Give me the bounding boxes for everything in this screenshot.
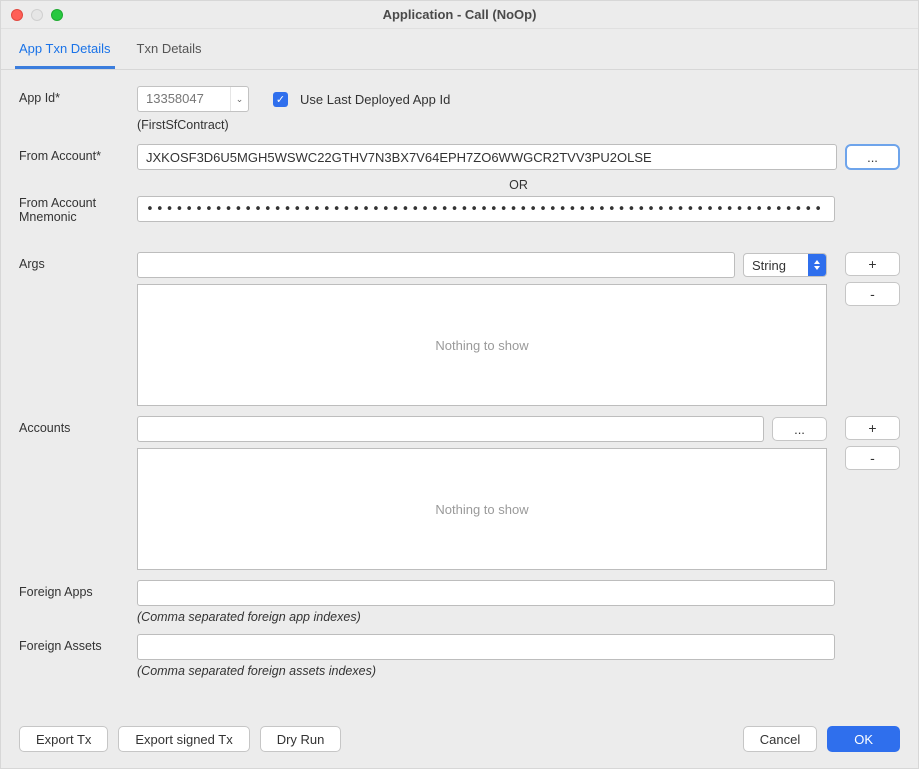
from-account-input[interactable] (137, 144, 837, 170)
app-id-combo[interactable]: 13358047 ⌄ (137, 86, 249, 112)
updown-icon (808, 254, 826, 276)
or-separator: OR (137, 170, 900, 196)
foreign-apps-hint: (Comma separated foreign app indexes) (137, 610, 835, 624)
use-last-deployed-checkbox[interactable]: ✓ (273, 92, 288, 107)
args-input[interactable] (137, 252, 735, 278)
minimize-window-button (31, 9, 43, 21)
accounts-input[interactable] (137, 416, 764, 442)
tabs-bar: App Txn Details Txn Details (1, 29, 918, 70)
row-foreign-assets: Foreign Assets (Comma separated foreign … (19, 634, 900, 678)
export-tx-button[interactable]: Export Tx (19, 726, 108, 752)
accounts-add-button[interactable]: + (845, 416, 900, 440)
args-listbox[interactable]: Nothing to show (137, 284, 827, 406)
label-accounts: Accounts (19, 416, 137, 435)
row-from-mnemonic: From Account Mnemonic (19, 196, 900, 224)
foreign-apps-input[interactable] (137, 580, 835, 606)
close-window-button[interactable] (11, 9, 23, 21)
ok-button[interactable]: OK (827, 726, 900, 752)
contract-name-label: (FirstSfContract) (137, 118, 900, 132)
titlebar: Application - Call (NoOp) (1, 1, 918, 29)
row-app-id: App Id* 13358047 ⌄ ✓ Use Last Deployed A… (19, 86, 900, 134)
args-type-value: String (744, 258, 808, 273)
traffic-lights (11, 9, 63, 21)
accounts-browse-button[interactable]: ... (772, 417, 827, 441)
app-id-value: 13358047 (138, 87, 230, 111)
args-add-button[interactable]: + (845, 252, 900, 276)
accounts-listbox[interactable]: Nothing to show (137, 448, 827, 570)
label-foreign-apps: Foreign Apps (19, 580, 137, 599)
args-empty-text: Nothing to show (435, 338, 528, 353)
tab-txn-details[interactable]: Txn Details (133, 29, 206, 69)
accounts-remove-button[interactable]: - (845, 446, 900, 470)
chevron-down-icon: ⌄ (230, 87, 248, 111)
row-from-account: From Account* ... OR (19, 144, 900, 196)
row-accounts: Accounts ... Nothing to show + - (19, 416, 900, 570)
label-foreign-assets: Foreign Assets (19, 634, 137, 653)
label-app-id: App Id* (19, 86, 137, 105)
cancel-button[interactable]: Cancel (743, 726, 817, 752)
use-last-deployed-label: Use Last Deployed App Id (300, 92, 450, 107)
export-signed-tx-button[interactable]: Export signed Tx (118, 726, 249, 752)
form-content: App Id* 13358047 ⌄ ✓ Use Last Deployed A… (1, 70, 918, 714)
row-foreign-apps: Foreign Apps (Comma separated foreign ap… (19, 580, 900, 624)
zoom-window-button[interactable] (51, 9, 63, 21)
dry-run-button[interactable]: Dry Run (260, 726, 342, 752)
args-type-select[interactable]: String (743, 253, 827, 277)
label-args: Args (19, 252, 137, 271)
args-remove-button[interactable]: - (845, 282, 900, 306)
tab-app-txn-details[interactable]: App Txn Details (15, 29, 115, 69)
label-from-mnemonic: From Account Mnemonic (19, 196, 137, 224)
foreign-assets-hint: (Comma separated foreign assets indexes) (137, 664, 835, 678)
accounts-empty-text: Nothing to show (435, 502, 528, 517)
dialog-footer: Export Tx Export signed Tx Dry Run Cance… (1, 714, 918, 768)
foreign-assets-input[interactable] (137, 634, 835, 660)
label-from-account: From Account* (19, 144, 137, 163)
from-mnemonic-input[interactable] (137, 196, 835, 222)
from-account-browse-button[interactable]: ... (845, 144, 900, 170)
window-title: Application - Call (NoOp) (9, 7, 910, 22)
application-call-window: Application - Call (NoOp) App Txn Detail… (0, 0, 919, 769)
row-args: Args String (19, 252, 900, 406)
